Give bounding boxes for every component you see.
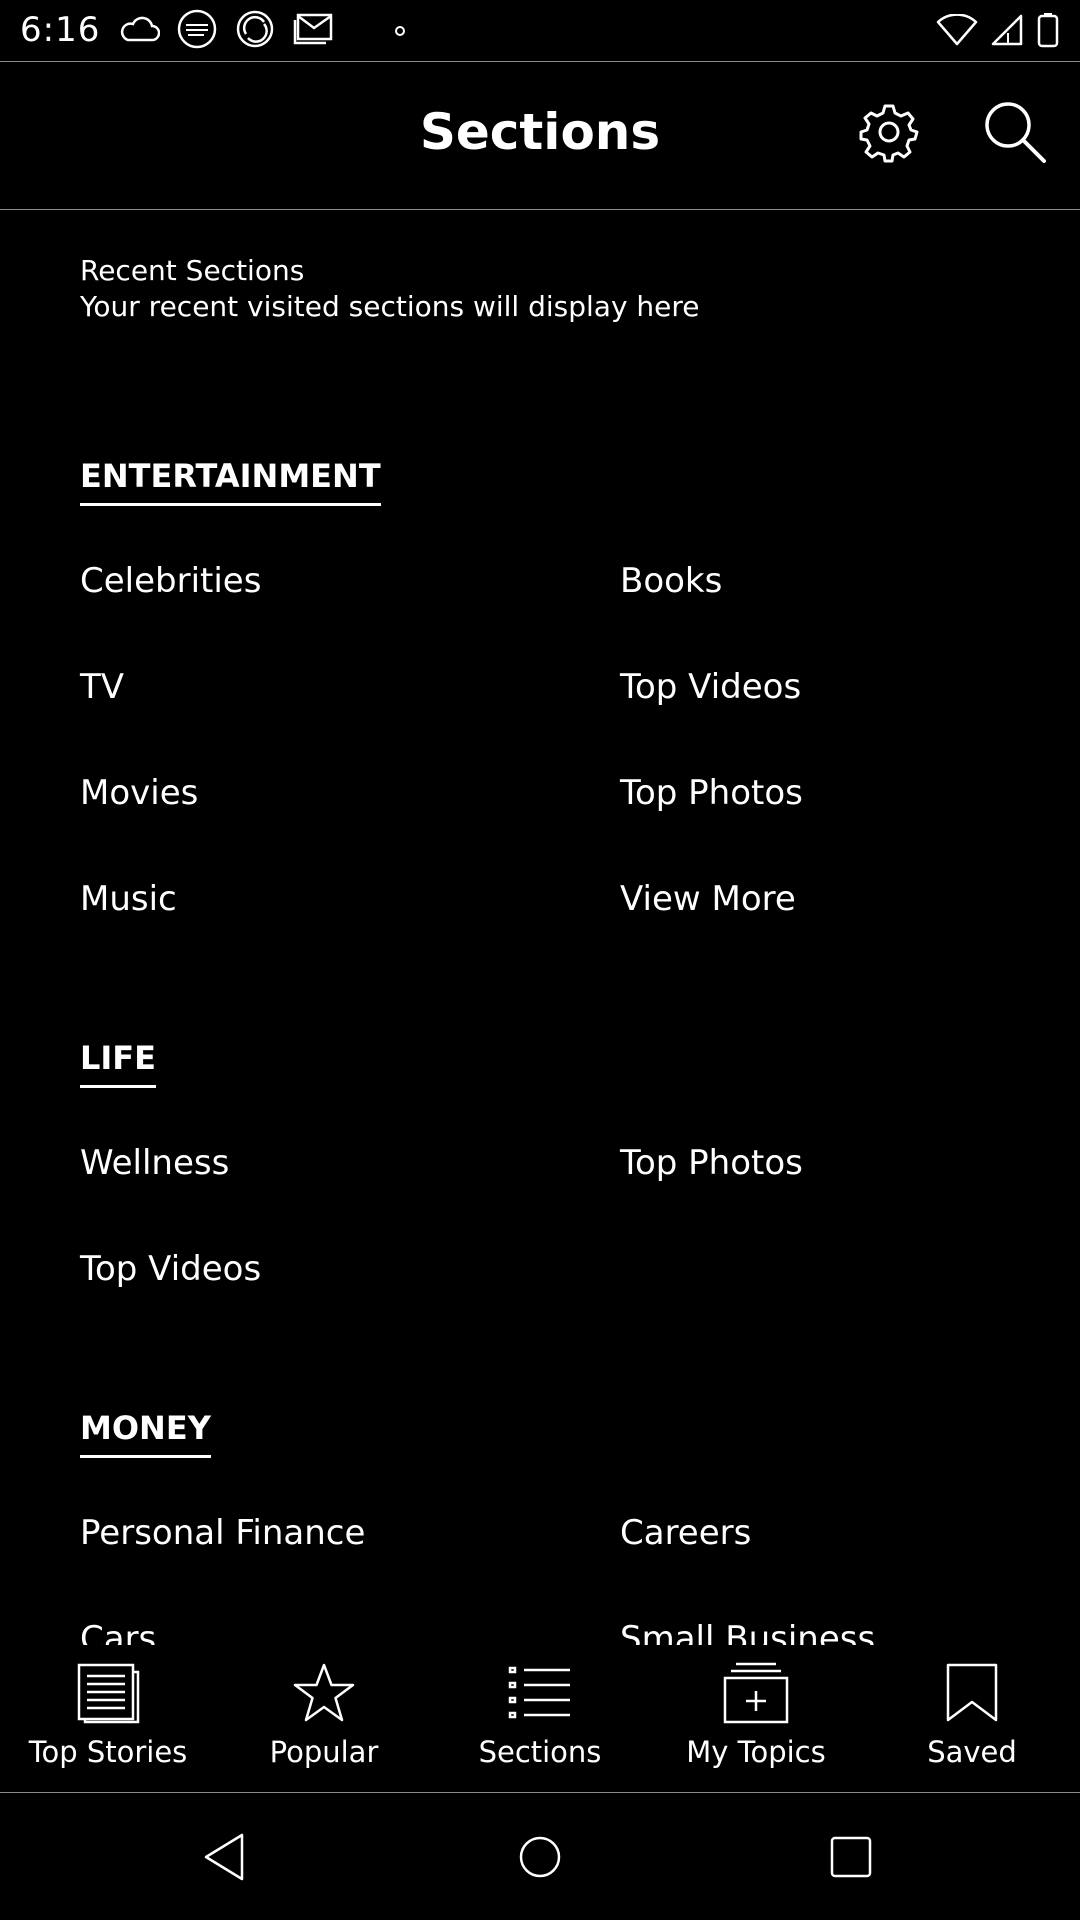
recent-sections-subtitle: Your recent visited sections will displa… [80, 290, 700, 323]
section-link-books[interactable]: Books [620, 561, 722, 601]
system-status-icons [936, 12, 1060, 52]
wifi-icon [936, 13, 978, 50]
list-icon [508, 1653, 572, 1733]
section-heading-entertainment[interactable]: ENTERTAINMENT [80, 457, 381, 506]
section-link-wellness[interactable]: Wellness [80, 1143, 229, 1183]
recent-sections-title: Recent Sections [80, 254, 305, 287]
nav-popular[interactable]: Popular [216, 1653, 432, 1787]
cloud-icon [120, 16, 161, 46]
nav-sections[interactable]: Sections [432, 1653, 648, 1787]
bookmark-icon [945, 1653, 999, 1733]
status-time: 6:16 [20, 10, 101, 50]
nav-label: Top Stories [28, 1735, 188, 1769]
app-screen: 6:16 Sections Recent Sections Your recen… [0, 0, 1080, 1920]
nav-label: Saved [927, 1735, 1017, 1769]
section-link-music[interactable]: Music [80, 879, 177, 919]
nav-label: My Topics [686, 1735, 826, 1769]
home-circle-icon [517, 1834, 563, 1884]
home-button[interactable] [505, 1824, 575, 1894]
nav-saved[interactable]: Saved [864, 1653, 1080, 1787]
section-heading-life[interactable]: LIFE [80, 1039, 157, 1088]
section-link-tv[interactable]: TV [80, 667, 124, 707]
sync-app-icon [234, 8, 276, 54]
recents-button[interactable] [816, 1824, 886, 1894]
notification-icons [120, 8, 406, 54]
nav-label: Sections [478, 1735, 602, 1769]
nav-my-topics[interactable]: My Topics [648, 1653, 864, 1787]
section-link-top-videos[interactable]: Top Videos [620, 667, 801, 707]
dot-icon [394, 22, 406, 41]
section-link-top-photos[interactable]: Top Photos [620, 773, 803, 813]
back-button[interactable] [190, 1824, 260, 1894]
section-link-view-more[interactable]: View More [620, 879, 796, 919]
nav-top-stories[interactable]: Top Stories [0, 1653, 216, 1787]
nav-label: Popular [269, 1735, 379, 1769]
search-button[interactable] [980, 99, 1050, 169]
newspaper-icon [75, 1653, 141, 1733]
add-folder-icon [722, 1653, 790, 1733]
star-icon [292, 1653, 356, 1733]
section-link-life-top-videos[interactable]: Top Videos [80, 1249, 261, 1289]
system-navigation-bar [0, 1794, 1080, 1920]
section-link-cars[interactable]: Cars [80, 1619, 156, 1645]
app-header: Sections [0, 63, 1080, 210]
signal-icon [990, 13, 1024, 51]
section-link-movies[interactable]: Movies [80, 773, 198, 813]
section-link-personal-finance[interactable]: Personal Finance [80, 1513, 365, 1553]
section-heading-money[interactable]: MONEY [80, 1409, 211, 1458]
section-link-small-business[interactable]: Small Business [620, 1619, 875, 1645]
back-triangle-icon [202, 1832, 248, 1886]
gear-icon [858, 101, 920, 167]
settings-button[interactable] [854, 99, 924, 169]
news-app-icon [176, 8, 218, 54]
recent-sections: Recent Sections Your recent visited sect… [80, 253, 700, 325]
section-link-celebrities[interactable]: Celebrities [80, 561, 261, 601]
section-link-life-top-photos[interactable]: Top Photos [620, 1143, 803, 1183]
sections-list[interactable]: Recent Sections Your recent visited sect… [0, 211, 1080, 1645]
status-bar: 6:16 [0, 0, 1080, 62]
mail-icon [292, 12, 334, 50]
battery-icon [1036, 12, 1060, 52]
search-icon [982, 99, 1048, 169]
recents-square-icon [828, 1834, 874, 1884]
section-link-careers[interactable]: Careers [620, 1513, 751, 1553]
bottom-navigation: Top Stories Popular Sections My Topics S… [0, 1645, 1080, 1793]
